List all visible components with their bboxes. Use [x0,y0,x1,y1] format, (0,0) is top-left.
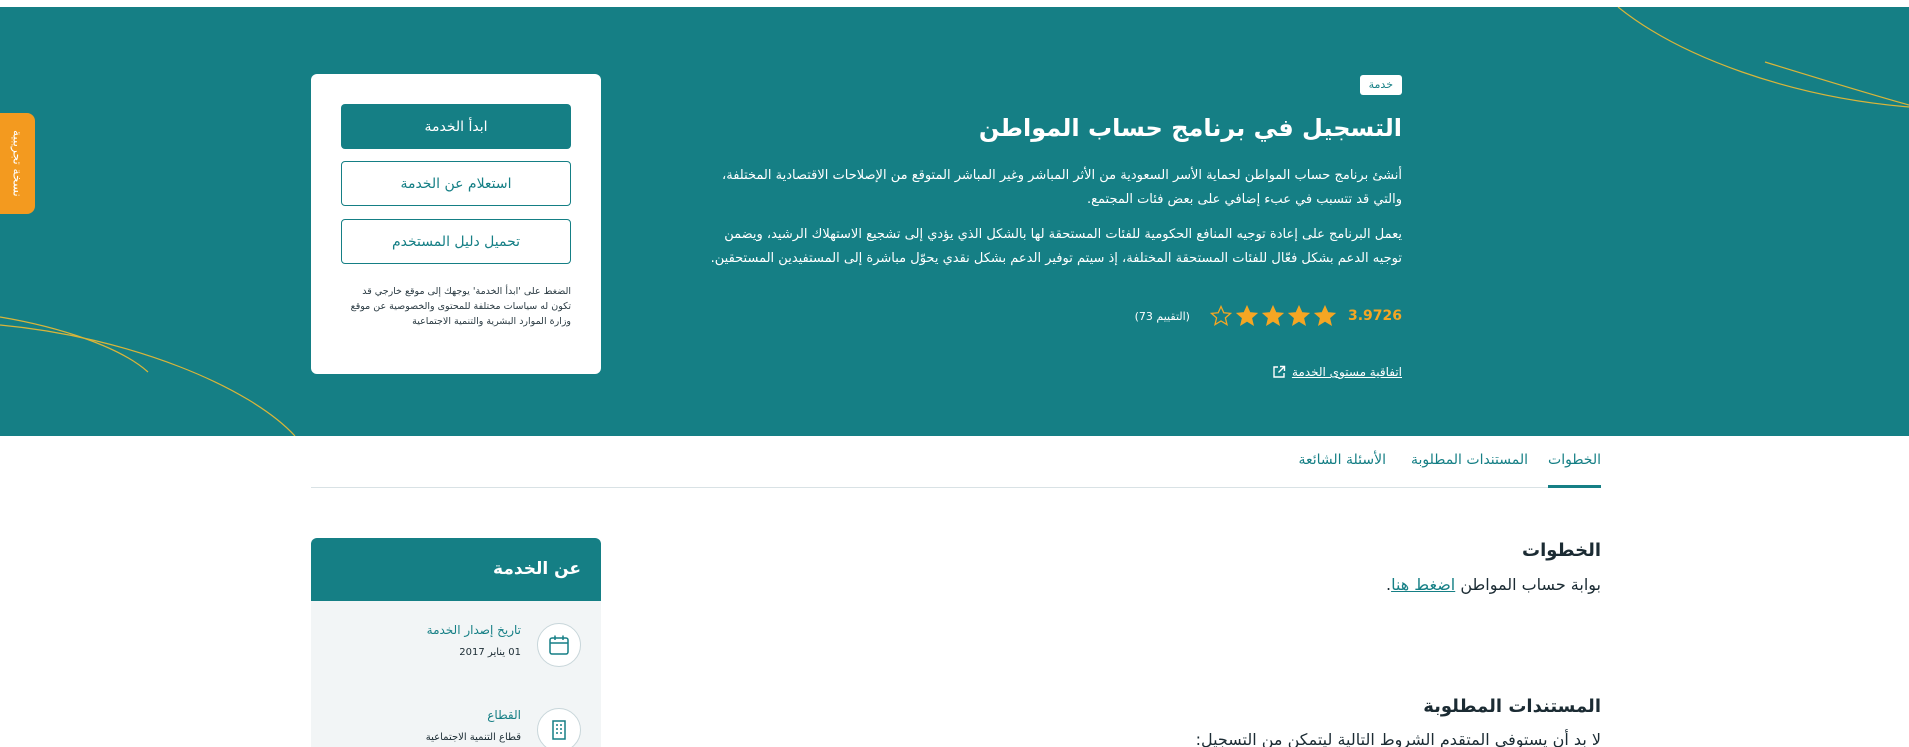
page-title: التسجيل في برنامج حساب المواطن [978,114,1402,142]
service-badge: خدمة [1359,75,1402,95]
download-user-guide-button[interactable]: تحميل دليل المستخدم [341,219,571,264]
service-hero: خدمة التسجيل في برنامج حساب المواطن أنشئ… [0,7,1909,436]
active-tab-indicator [1548,485,1601,488]
service-level-agreement-label: اتفاقية مستوى الخدمة [1291,365,1402,379]
rating-score: 3.9726 [1347,308,1402,324]
decorative-curves [0,7,1909,436]
external-link-icon [1273,365,1286,378]
service-actions-card: ابدأ الخدمة استعلام عن الخدمة تحميل دليل… [311,74,601,374]
release-date-value: 01 يناير 2017 [459,647,521,658]
star-filled-icon[interactable] [1235,305,1258,327]
top-strip [0,0,1909,7]
tab-faq[interactable]: الأسئلة الشائعة [1299,452,1387,468]
building-icon [537,708,581,747]
inquiry-service-button[interactable]: استعلام عن الخدمة [341,161,571,206]
about-item-release-date: تاريخ إصدار الخدمة 01 يناير 2017 [427,623,581,667]
service-rating[interactable]: 3.9726 (التقييم 73) [1135,305,1402,327]
sector-label: القطاع [487,708,521,722]
sector-value: قطاع التنمية الاجتماعية [425,732,521,743]
star-filled-icon[interactable] [1261,305,1284,327]
tab-steps[interactable]: الخطوات [1548,452,1601,468]
calendar-icon [537,623,581,667]
steps-section-title: الخطوات [1522,540,1601,561]
start-service-button[interactable]: ابدأ الخدمة [341,104,571,149]
documents-section-text: لا بد أن يستوفي المتقدم الشروط التالية ل… [1195,730,1601,747]
steps-section-text: بوابة حساب المواطن اضغط هنا. [1386,575,1601,594]
external-site-note: الضغط على 'ابدأ الخدمة' يوجهك إلى موقع خ… [350,286,571,327]
about-item-sector: القطاع قطاع التنمية الاجتماعية [426,708,581,747]
star-filled-icon[interactable] [1287,305,1310,327]
beta-version-label: نسخة تجريبية [10,130,25,197]
about-service-title: عن الخدمة [311,538,601,601]
documents-section-title: المستندات المطلوبة [1423,696,1601,717]
about-service-panel: عن الخدمة تاريخ إصدار الخدمة 01 يناير 20… [311,538,601,747]
star-empty-icon[interactable] [1209,305,1232,327]
service-description-2: يعمل البرنامج على إعادة توجيه المنافع ال… [710,227,1402,266]
service-level-agreement-link[interactable]: اتفاقية مستوى الخدمة [1272,365,1402,379]
service-description-1: أنشئ برنامج حساب المواطن لحماية الأسر ال… [722,168,1402,207]
release-date-label: تاريخ إصدار الخدمة [426,623,521,637]
click-here-link[interactable]: اضغط هنا [1391,575,1455,594]
tab-required-documents[interactable]: المستندات المطلوبة [1411,452,1528,468]
rating-count: (التقييم 73) [1134,309,1190,323]
steps-portal-text: بوابة حساب المواطن [1460,575,1601,594]
content-tabs: الخطوات المستندات المطلوبة الأسئلة الشائ… [311,436,1601,488]
beta-version-tab[interactable]: نسخة تجريبية [0,113,35,214]
star-filled-icon[interactable] [1313,305,1336,327]
rating-stars[interactable] [1209,305,1336,327]
